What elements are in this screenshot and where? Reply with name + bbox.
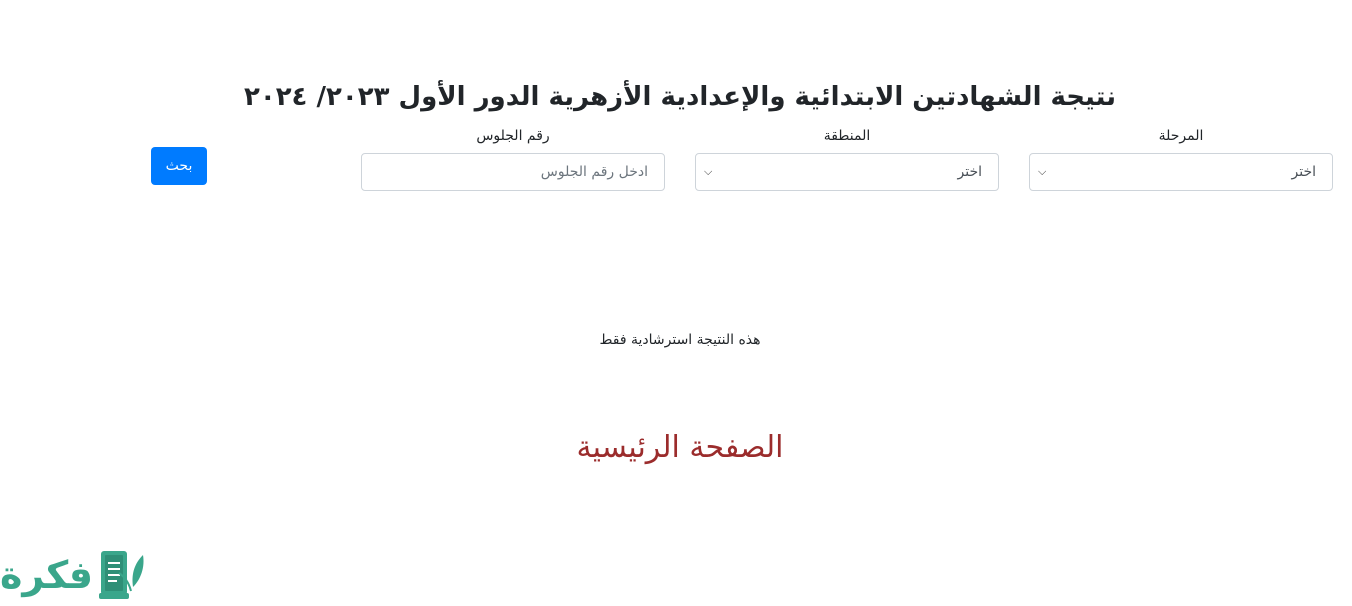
notebook-leaf-icon	[95, 543, 147, 606]
home-link[interactable]: الصفحة الرئيسية	[0, 430, 1352, 465]
stage-select[interactable]: اختر ⌵	[1029, 153, 1333, 191]
page-title: نتيجة الشهادتين الابتدائية والإعدادية ال…	[243, 82, 1117, 112]
stage-select-value: اختر	[1291, 164, 1317, 180]
search-button[interactable]: بحث	[151, 147, 207, 185]
region-field: المنطقة اختر ⌵	[695, 125, 999, 191]
region-label: المنطقة	[823, 128, 871, 144]
seat-number-placeholder: ادخل رقم الجلوس	[540, 164, 648, 180]
seat-number-label: رقم الجلوس	[476, 128, 550, 144]
region-select-value: اختر	[957, 164, 983, 180]
disclaimer-note: هذه النتيجة استرشادية فقط	[599, 332, 761, 348]
brand-name: فكرة	[0, 553, 94, 597]
chevron-down-icon: ⌵	[1038, 165, 1047, 178]
seat-number-field: رقم الجلوس ادخل رقم الجلوس	[361, 125, 665, 191]
stage-field: المرحلة اختر ⌵	[1029, 125, 1333, 191]
page: نتيجة الشهادتين الابتدائية والإعدادية ال…	[0, 0, 1352, 606]
brand-logo[interactable]: فكرة	[0, 544, 160, 606]
stage-label: المرحلة	[1158, 128, 1204, 144]
region-select[interactable]: اختر ⌵	[695, 153, 999, 191]
chevron-down-icon: ⌵	[704, 165, 713, 178]
seat-number-input[interactable]: ادخل رقم الجلوس	[361, 153, 665, 191]
